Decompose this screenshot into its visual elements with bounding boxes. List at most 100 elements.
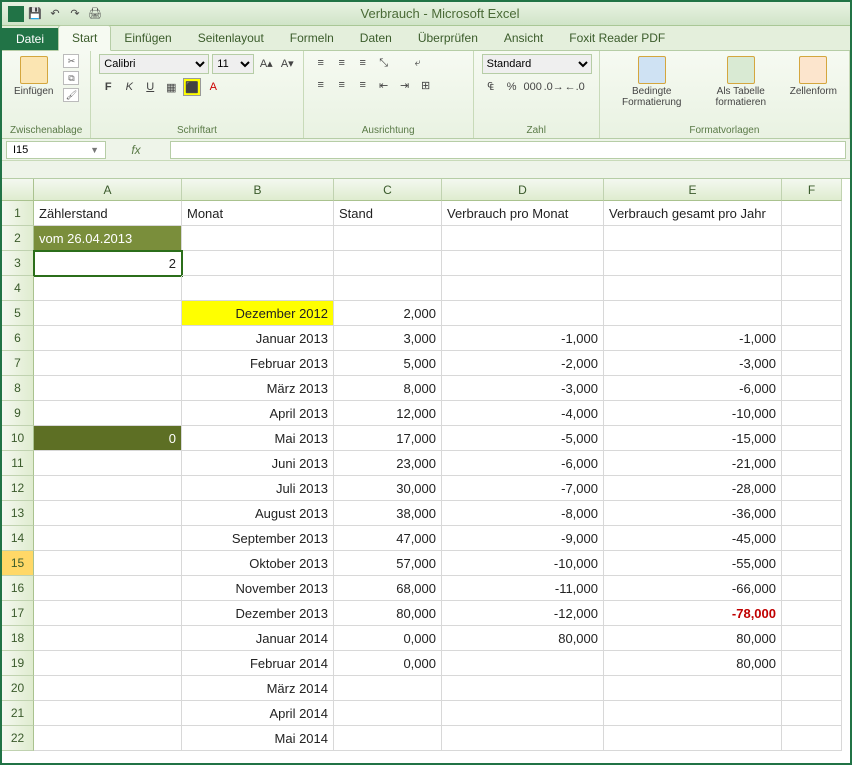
cell-C21[interactable]	[334, 701, 442, 726]
cell-B20[interactable]: März 2014	[182, 676, 334, 701]
cell-B10[interactable]: Mai 2013	[182, 426, 334, 451]
fill-color-icon[interactable]: ⬛	[183, 78, 201, 96]
cell-B14[interactable]: September 2013	[182, 526, 334, 551]
increase-decimal-icon[interactable]: .0→	[545, 78, 563, 96]
cell-A22[interactable]	[34, 726, 182, 751]
number-format-combo[interactable]: Standard	[482, 54, 592, 74]
cell-B3[interactable]	[182, 251, 334, 276]
cell-A4[interactable]	[34, 276, 182, 301]
cell-C3[interactable]	[334, 251, 442, 276]
cell-F9[interactable]	[782, 401, 842, 426]
cell-D6[interactable]: -1,000	[442, 326, 604, 351]
cell-F18[interactable]	[782, 626, 842, 651]
cell-E7[interactable]: -3,000	[604, 351, 782, 376]
cell-D2[interactable]	[442, 226, 604, 251]
cell-F19[interactable]	[782, 651, 842, 676]
row-header-9[interactable]: 9	[2, 401, 34, 426]
cell-B8[interactable]: März 2013	[182, 376, 334, 401]
cell-A5[interactable]	[34, 301, 182, 326]
cell-C16[interactable]: 68,000	[334, 576, 442, 601]
increase-indent-icon[interactable]: ⇥	[396, 76, 414, 94]
cell-E2[interactable]	[604, 226, 782, 251]
undo-icon[interactable]: ↶	[46, 5, 64, 23]
cell-E19[interactable]: 80,000	[604, 651, 782, 676]
cell-B1[interactable]: Monat	[182, 201, 334, 226]
cell-E14[interactable]: -45,000	[604, 526, 782, 551]
cell-B5[interactable]: Dezember 2012	[182, 301, 334, 326]
tab-insert[interactable]: Einfügen	[111, 26, 184, 50]
cell-D11[interactable]: -6,000	[442, 451, 604, 476]
currency-icon[interactable]: ₠	[482, 78, 500, 96]
cell-A21[interactable]	[34, 701, 182, 726]
cell-B16[interactable]: November 2013	[182, 576, 334, 601]
cell-E20[interactable]	[604, 676, 782, 701]
cell-styles-button[interactable]: Zellenform	[786, 54, 841, 99]
col-header-A[interactable]: A	[34, 179, 182, 201]
cell-E11[interactable]: -21,000	[604, 451, 782, 476]
cell-E3[interactable]	[604, 251, 782, 276]
row-header-17[interactable]: 17	[2, 601, 34, 626]
cell-C2[interactable]	[334, 226, 442, 251]
spreadsheet-grid[interactable]: ABCDEF1ZählerstandMonatStandVerbrauch pr…	[2, 179, 850, 751]
cell-B6[interactable]: Januar 2013	[182, 326, 334, 351]
tab-view[interactable]: Ansicht	[491, 26, 556, 50]
tab-data[interactable]: Daten	[347, 26, 405, 50]
cell-F8[interactable]	[782, 376, 842, 401]
cell-C17[interactable]: 80,000	[334, 601, 442, 626]
cell-A15[interactable]	[34, 551, 182, 576]
align-top-icon[interactable]: ≡	[312, 54, 330, 72]
cell-F15[interactable]	[782, 551, 842, 576]
cell-D21[interactable]	[442, 701, 604, 726]
cell-C11[interactable]: 23,000	[334, 451, 442, 476]
excel-icon[interactable]	[8, 6, 24, 22]
align-bottom-icon[interactable]: ≡	[354, 54, 372, 72]
cell-B9[interactable]: April 2013	[182, 401, 334, 426]
cell-B11[interactable]: Juni 2013	[182, 451, 334, 476]
cell-B22[interactable]: Mai 2014	[182, 726, 334, 751]
cell-A10[interactable]: 0	[34, 426, 182, 451]
format-painter-icon[interactable]: 🖌	[63, 88, 79, 102]
col-header-E[interactable]: E	[604, 179, 782, 201]
cell-D15[interactable]: -10,000	[442, 551, 604, 576]
cell-F21[interactable]	[782, 701, 842, 726]
cell-B18[interactable]: Januar 2014	[182, 626, 334, 651]
cell-C12[interactable]: 30,000	[334, 476, 442, 501]
cell-A14[interactable]	[34, 526, 182, 551]
row-header-1[interactable]: 1	[2, 201, 34, 226]
save-icon[interactable]: 💾	[26, 5, 44, 23]
underline-button[interactable]: U	[141, 78, 159, 96]
cell-A12[interactable]	[34, 476, 182, 501]
row-header-21[interactable]: 21	[2, 701, 34, 726]
cell-F7[interactable]	[782, 351, 842, 376]
cell-D12[interactable]: -7,000	[442, 476, 604, 501]
cell-E13[interactable]: -36,000	[604, 501, 782, 526]
cell-B17[interactable]: Dezember 2013	[182, 601, 334, 626]
row-header-10[interactable]: 10	[2, 426, 34, 451]
cell-D16[interactable]: -11,000	[442, 576, 604, 601]
row-header-5[interactable]: 5	[2, 301, 34, 326]
col-header-C[interactable]: C	[334, 179, 442, 201]
cell-F6[interactable]	[782, 326, 842, 351]
cell-E10[interactable]: -15,000	[604, 426, 782, 451]
row-header-15[interactable]: 15	[2, 551, 34, 576]
cell-C13[interactable]: 38,000	[334, 501, 442, 526]
col-header-B[interactable]: B	[182, 179, 334, 201]
cell-D9[interactable]: -4,000	[442, 401, 604, 426]
wrap-text-icon[interactable]: ⤶	[409, 54, 427, 72]
cell-F16[interactable]	[782, 576, 842, 601]
cell-D7[interactable]: -2,000	[442, 351, 604, 376]
tab-foxit[interactable]: Foxit Reader PDF	[556, 26, 678, 50]
cell-F4[interactable]	[782, 276, 842, 301]
row-header-20[interactable]: 20	[2, 676, 34, 701]
font-size-combo[interactable]: 11	[212, 54, 254, 74]
cell-F13[interactable]	[782, 501, 842, 526]
align-right-icon[interactable]: ≡	[354, 76, 372, 94]
cell-D17[interactable]: -12,000	[442, 601, 604, 626]
cell-E18[interactable]: 80,000	[604, 626, 782, 651]
cut-icon[interactable]: ✂	[63, 54, 79, 68]
merge-icon[interactable]: ⊞	[417, 76, 435, 94]
align-left-icon[interactable]: ≡	[312, 76, 330, 94]
cell-F11[interactable]	[782, 451, 842, 476]
cell-A13[interactable]	[34, 501, 182, 526]
row-header-14[interactable]: 14	[2, 526, 34, 551]
